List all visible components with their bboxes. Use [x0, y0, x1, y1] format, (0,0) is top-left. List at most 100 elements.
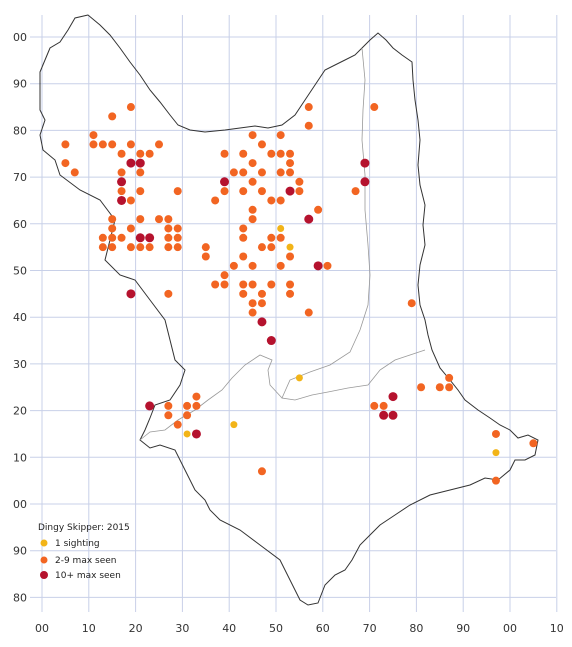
dot-10-plus-max [135, 233, 145, 243]
dot-2-9-max [248, 131, 257, 140]
dot-2-9-max [351, 187, 360, 196]
x-tick-label: 70 [363, 622, 377, 635]
dot-2-9-max [117, 168, 126, 177]
dot-2-9-max [108, 140, 117, 149]
legend-label-one: 1 sighting [55, 539, 100, 549]
legend-swatch-one [40, 539, 48, 547]
y-tick-label: 80 [13, 124, 27, 137]
dot-2-9-max [108, 224, 117, 233]
dot-2-9-max [89, 131, 98, 140]
dot-2-9-max [229, 168, 238, 177]
dot-10-plus-max [191, 429, 201, 439]
dot-2-9-max [248, 215, 257, 224]
dot-2-9-max [117, 149, 126, 158]
dot-2-9-max [183, 401, 192, 410]
dot-2-9-max [267, 233, 276, 242]
dot-2-9-max [248, 299, 257, 308]
dot-2-9-max [173, 420, 182, 429]
dot-2-9-max [126, 196, 135, 205]
dot-10-plus-max [135, 158, 145, 168]
dot-2-9-max [98, 243, 107, 252]
dot-2-9-max [173, 187, 182, 196]
dot-2-9-max [164, 233, 173, 242]
dot-2-9-max [257, 140, 266, 149]
dot-2-9-max [239, 289, 248, 298]
dot-2-9-max [323, 261, 332, 270]
dot-2-9-max [304, 103, 313, 112]
y-tick-label: 40 [13, 311, 27, 324]
dot-2-9-max [173, 224, 182, 233]
dot-2-9-max [257, 467, 266, 476]
y-tick-label: 90 [13, 78, 27, 91]
dot-2-9-max [220, 149, 229, 158]
dot-2-9-max [248, 159, 257, 168]
dot-2-9-max [89, 140, 98, 149]
x-tick-label: 00 [35, 622, 49, 635]
dot-2-9-max [276, 261, 285, 270]
dot-10-plus-max [266, 336, 276, 346]
dot-2-9-max [286, 280, 295, 289]
dot-2-9-max [98, 140, 107, 149]
dot-2-9-max [304, 121, 313, 130]
dot-one-sighting [183, 430, 191, 438]
dot-10-plus-max [145, 233, 155, 243]
dot-2-9-max [155, 140, 163, 149]
legend-title: Dingy Skipper: 2015 [38, 523, 130, 533]
dot-2-9-max [239, 252, 248, 261]
dot-2-9-max [220, 280, 229, 289]
dot-2-9-max [117, 233, 126, 242]
dot-2-9-max [136, 215, 145, 224]
dot-2-9-max [164, 224, 173, 233]
dot-2-9-max [417, 383, 426, 392]
dot-2-9-max [164, 401, 173, 410]
dot-2-9-max [126, 140, 135, 149]
dot-10-plus-max [360, 177, 370, 187]
dot-10-plus-max [126, 289, 136, 299]
dot-2-9-max [295, 177, 304, 186]
dot-2-9-max [239, 224, 248, 233]
dot-2-9-max [276, 168, 285, 177]
y-tick-label: 20 [13, 405, 27, 418]
legend-label-few: 2-9 max seen [55, 556, 117, 566]
y-tick-label: 00 [13, 498, 27, 511]
y-tick-label: 10 [13, 451, 27, 464]
dot-2-9-max [136, 149, 145, 158]
dot-2-9-max [257, 168, 266, 177]
dot-2-9-max [407, 299, 416, 308]
dot-2-9-max [61, 159, 70, 168]
dot-10-plus-max [257, 317, 267, 327]
dot-2-9-max [286, 149, 295, 158]
dot-2-9-max [201, 243, 210, 252]
dot-2-9-max [239, 149, 248, 158]
dot-10-plus-max [285, 186, 295, 196]
dot-2-9-max [248, 261, 257, 270]
dot-2-9-max [108, 243, 117, 252]
dot-10-plus-max [126, 158, 136, 168]
dot-2-9-max [173, 233, 182, 242]
dot-2-9-max [173, 243, 182, 252]
dot-2-9-max [155, 215, 163, 224]
dot-one-sighting [295, 374, 303, 382]
dot-2-9-max [239, 233, 248, 242]
dot-2-9-max [276, 149, 285, 158]
dot-2-9-max [257, 299, 266, 308]
dot-2-9-max [108, 112, 117, 121]
dot-2-9-max [192, 392, 201, 401]
dot-2-9-max [220, 187, 229, 196]
dot-2-9-max [445, 373, 454, 382]
dot-2-9-max [379, 401, 388, 410]
x-tick-label: 00 [503, 622, 517, 635]
dot-2-9-max [183, 411, 192, 420]
dot-2-9-max [257, 187, 266, 196]
dot-2-9-max [257, 243, 266, 252]
dot-2-9-max [61, 140, 70, 149]
dot-2-9-max [117, 187, 126, 196]
dot-2-9-max [211, 280, 220, 289]
legend-swatch-few [40, 556, 48, 564]
dot-10-plus-max [379, 410, 389, 420]
dot-10-plus-max [313, 261, 323, 271]
dot-2-9-max [248, 308, 257, 317]
dot-2-9-max [145, 243, 154, 252]
dot-2-9-max [211, 196, 220, 205]
dot-2-9-max [370, 401, 379, 410]
